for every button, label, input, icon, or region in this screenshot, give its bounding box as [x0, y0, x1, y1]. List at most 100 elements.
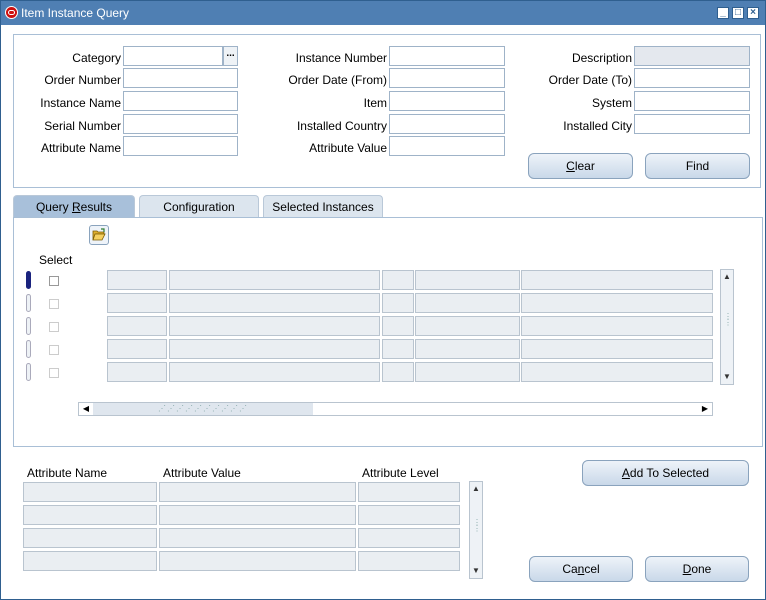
clear-button[interactable]: Clear — [528, 153, 633, 179]
tab-configuration-label: Configuration — [163, 200, 235, 214]
cancel-label-pre: Ca — [562, 562, 578, 576]
attribute-cell[interactable] — [159, 482, 356, 502]
attribute-cell[interactable] — [23, 505, 157, 525]
attr-scroll-down-icon[interactable]: ▼ — [471, 566, 481, 576]
attribute-level-header: Attribute Level — [362, 466, 439, 480]
result-cell[interactable] — [521, 339, 713, 359]
result-cell[interactable] — [169, 316, 380, 336]
attribute-cell[interactable] — [358, 551, 460, 571]
scroll-down-icon[interactable]: ▼ — [722, 372, 732, 382]
attribute-cell[interactable] — [23, 528, 157, 548]
item-field[interactable] — [389, 91, 505, 111]
tab-query-results-pre: Query — [35, 200, 72, 214]
attribute-cell[interactable] — [159, 528, 356, 548]
row-indicator[interactable] — [26, 271, 31, 289]
title-bar[interactable]: Item Instance Query _ □ × — [1, 1, 765, 25]
select-checkbox[interactable] — [49, 322, 59, 332]
result-cell[interactable] — [382, 316, 414, 336]
add-label-post: dd To Selected — [629, 466, 710, 480]
tab-selected-instances[interactable]: Selected Instances — [263, 195, 383, 217]
cancel-button[interactable]: Cancel — [529, 556, 633, 582]
row-indicator[interactable] — [26, 294, 31, 312]
scroll-thumb[interactable]: ⋰⋰⋰⋰⋰⋰⋰⋰⋰⋰ — [93, 403, 313, 415]
attribute-cell[interactable] — [159, 505, 356, 525]
result-cell[interactable] — [107, 270, 167, 290]
result-cell[interactable] — [169, 270, 380, 290]
attributes-vertical-scrollbar[interactable]: ▲ ⋮ ⋮ ▼ — [469, 481, 483, 579]
item-instance-query-window: Item Instance Query _ □ × Category ... O… — [0, 0, 766, 600]
result-cell[interactable] — [521, 316, 713, 336]
attribute-value-label: Attribute Value — [309, 141, 387, 155]
attribute-value-field[interactable] — [389, 136, 505, 156]
instance-number-label: Instance Number — [295, 51, 387, 65]
select-checkbox[interactable] — [49, 299, 59, 309]
result-cell[interactable] — [169, 339, 380, 359]
tab-configuration[interactable]: Configuration — [139, 195, 259, 217]
item-label: Item — [363, 96, 387, 110]
result-cell[interactable] — [107, 316, 167, 336]
select-checkbox[interactable] — [49, 368, 59, 378]
row-indicator[interactable] — [26, 363, 31, 381]
installed-city-field[interactable] — [634, 114, 750, 134]
attr-scroll-up-icon[interactable]: ▲ — [471, 484, 481, 494]
attribute-cell[interactable] — [159, 551, 356, 571]
results-vertical-scrollbar[interactable]: ▲ ⋮ ⋮ ▼ — [720, 269, 734, 385]
result-cell[interactable] — [382, 362, 414, 382]
attribute-cell[interactable] — [23, 482, 157, 502]
result-cell[interactable] — [382, 293, 414, 313]
attribute-cell[interactable] — [358, 505, 460, 525]
attribute-cell[interactable] — [358, 528, 460, 548]
find-button[interactable]: Find — [645, 153, 750, 179]
description-field — [634, 46, 750, 66]
attribute-cell[interactable] — [358, 482, 460, 502]
row-indicator[interactable] — [26, 317, 31, 335]
order-date-to-label: Order Date (To) — [548, 73, 632, 87]
category-lov-button[interactable]: ... — [223, 46, 238, 66]
scroll-left-icon[interactable]: ◀ — [80, 404, 92, 414]
order-date-to-field[interactable] — [634, 68, 750, 88]
scroll-right-icon[interactable]: ▶ — [699, 404, 711, 414]
result-cell[interactable] — [107, 362, 167, 382]
result-cell[interactable] — [415, 362, 520, 382]
order-number-label: Order Number — [44, 73, 121, 87]
tab-query-results[interactable]: Query Results — [13, 195, 135, 217]
select-checkbox[interactable] — [49, 276, 59, 286]
result-cell[interactable] — [107, 339, 167, 359]
installed-country-label: Installed Country — [296, 119, 387, 133]
row-indicator[interactable] — [26, 340, 31, 358]
result-cell[interactable] — [521, 270, 713, 290]
add-to-selected-button[interactable]: Add To Selected — [582, 460, 749, 486]
instance-name-field[interactable] — [123, 91, 238, 111]
results-horizontal-scrollbar[interactable]: ◀ ⋰⋰⋰⋰⋰⋰⋰⋰⋰⋰ ▶ — [78, 402, 713, 416]
result-cell[interactable] — [169, 293, 380, 313]
serial-number-field[interactable] — [123, 114, 238, 134]
order-number-field[interactable] — [123, 68, 238, 88]
result-cell[interactable] — [169, 362, 380, 382]
minimize-icon[interactable]: _ — [717, 7, 729, 19]
attribute-name-field[interactable] — [123, 136, 238, 156]
attribute-cell[interactable] — [23, 551, 157, 571]
select-checkbox[interactable] — [49, 345, 59, 355]
order-date-from-field[interactable] — [389, 68, 505, 88]
instance-number-field[interactable] — [389, 46, 505, 66]
result-cell[interactable] — [415, 270, 520, 290]
result-cell[interactable] — [415, 293, 520, 313]
result-cell[interactable] — [521, 293, 713, 313]
result-cell[interactable] — [415, 339, 520, 359]
category-field[interactable] — [123, 46, 223, 66]
maximize-icon[interactable]: □ — [732, 7, 744, 19]
result-cell[interactable] — [382, 339, 414, 359]
oracle-app-icon — [5, 6, 18, 19]
scroll-up-icon[interactable]: ▲ — [722, 272, 732, 282]
result-cell[interactable] — [382, 270, 414, 290]
done-label-mnemonic: D — [682, 562, 692, 576]
result-cell[interactable] — [107, 293, 167, 313]
close-icon[interactable]: × — [747, 7, 759, 19]
add-label-mnemonic: A — [621, 466, 630, 480]
result-cell[interactable] — [521, 362, 713, 382]
system-field[interactable] — [634, 91, 750, 111]
done-button[interactable]: Done — [645, 556, 749, 582]
installed-country-field[interactable] — [389, 114, 505, 134]
result-cell[interactable] — [415, 316, 520, 336]
folder-open-icon[interactable] — [89, 225, 109, 245]
